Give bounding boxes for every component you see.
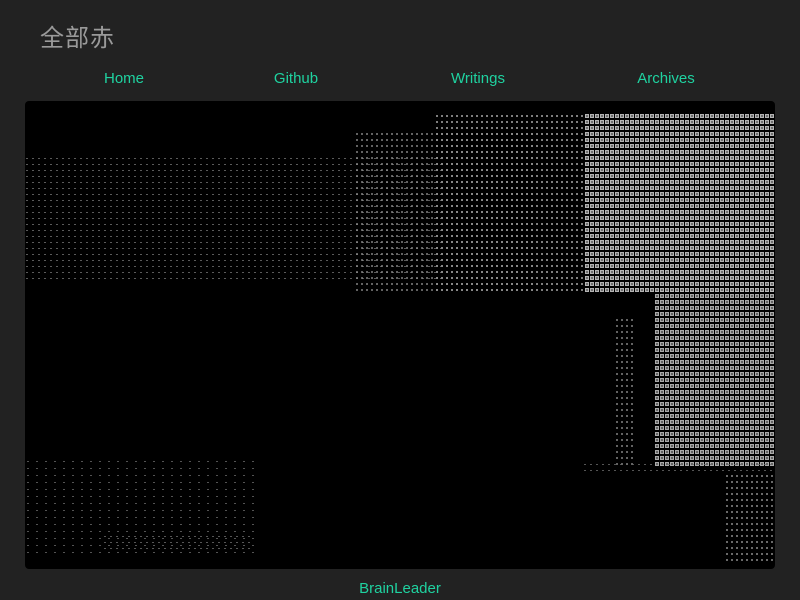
footer-brainleader-link[interactable]: BrainLeader (359, 580, 441, 597)
nav-home-link[interactable]: Home (104, 70, 144, 87)
site-title: 全部赤 (40, 24, 115, 52)
ascii-corner-detail (725, 473, 775, 563)
ascii-art-canvas (25, 113, 775, 563)
main-nav: Home Github Writings Archives (0, 70, 800, 92)
nav-archives-link[interactable]: Archives (637, 70, 695, 87)
nav-github-link[interactable]: Github (274, 70, 318, 87)
ascii-building-column (655, 291, 775, 466)
ascii-foreground-strip (100, 531, 250, 553)
ascii-art-image (25, 101, 775, 569)
ascii-pillar (615, 316, 635, 466)
ascii-building-bright (585, 113, 775, 293)
nav-writings-link[interactable]: Writings (451, 70, 505, 87)
